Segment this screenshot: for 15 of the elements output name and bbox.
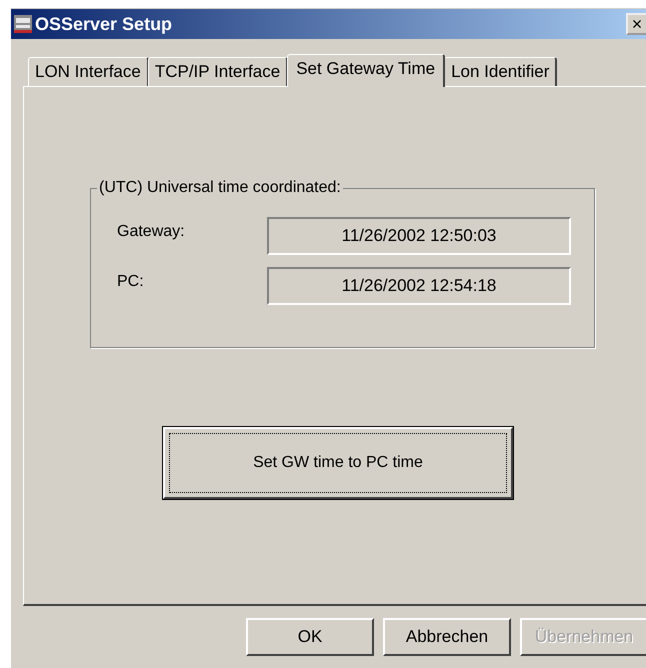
field-label: PC: (117, 273, 145, 291)
tab[interactable]: TCP/IP Interface (148, 57, 288, 86)
tab[interactable]: Set Gateway Time (287, 54, 446, 87)
group-title: (UTC) Universal time coordinated: (97, 179, 343, 197)
time-field: 11/26/2002 12:54:18 (267, 267, 571, 305)
logo-icon (14, 15, 32, 33)
dialog-button[interactable]: OK (246, 618, 374, 656)
field-label: Gateway: (117, 223, 186, 241)
tab[interactable]: Lon Identifier (444, 57, 558, 86)
close-button[interactable]: × (626, 13, 646, 35)
window-title: OSServer Setup (35, 14, 174, 34)
time-field: 11/26/2002 12:50:03 (267, 217, 571, 255)
dialog-button[interactable]: Abbrechen (383, 618, 511, 656)
set-time-button[interactable]: Set GW time to PC time (163, 427, 513, 499)
tab[interactable]: LON Interface (28, 57, 149, 86)
